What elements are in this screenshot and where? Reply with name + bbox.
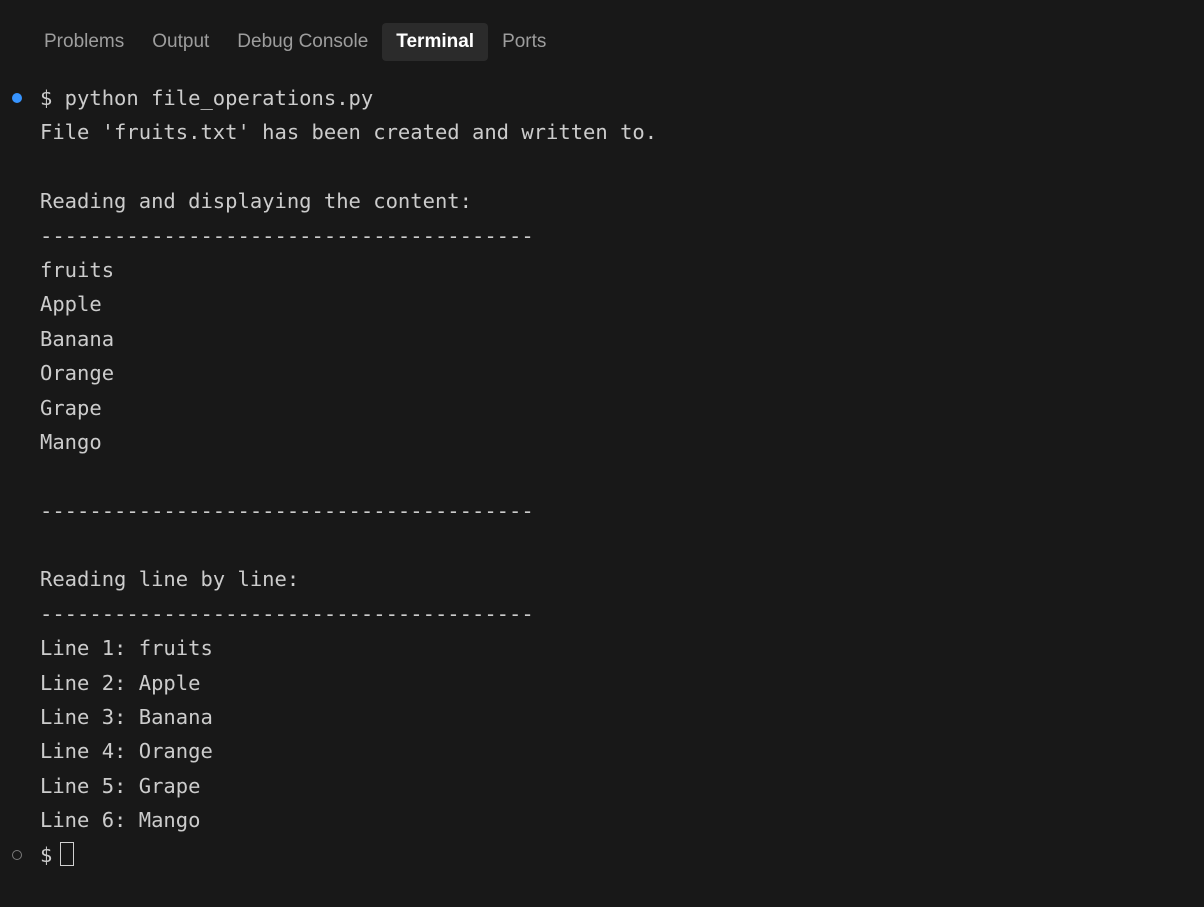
- terminal-line: Banana: [40, 326, 115, 351]
- terminal-line: Reading and displaying the content:: [40, 189, 472, 214]
- terminal-prompt-line[interactable]: $: [0, 838, 1204, 872]
- terminal-line: Apple: [40, 292, 102, 317]
- terminal-line: Reading line by line:: [40, 567, 300, 592]
- command-pending-icon: [12, 849, 22, 860]
- command-success-icon[interactable]: [12, 93, 22, 103]
- terminal-line: ----------------------------------------: [40, 223, 534, 248]
- terminal-panel: Problems Output Debug Console Terminal P…: [0, 0, 1204, 907]
- terminal-line: Line 4: Orange: [40, 739, 213, 764]
- prompt-symbol: $: [40, 842, 53, 867]
- terminal-line: File 'fruits.txt' has been created and w…: [40, 120, 658, 145]
- tab-debug-console[interactable]: Debug Console: [223, 23, 382, 61]
- terminal-line: ----------------------------------------: [40, 498, 534, 523]
- terminal-line: fruits: [40, 257, 115, 282]
- tab-problems[interactable]: Problems: [30, 23, 138, 61]
- terminal-output[interactable]: $ python file_operations.py File 'fruits…: [0, 81, 1204, 872]
- terminal-line: Line 3: Banana: [40, 705, 213, 730]
- terminal-line: $ python file_operations.py: [0, 81, 1204, 115]
- terminal-line: Mango: [40, 429, 102, 454]
- terminal-line: ----------------------------------------: [40, 601, 534, 626]
- terminal-line: Line 6: Mango: [40, 808, 201, 833]
- terminal-line: Line 2: Apple: [40, 670, 201, 695]
- tab-output[interactable]: Output: [138, 23, 223, 61]
- tab-terminal[interactable]: Terminal: [382, 23, 489, 61]
- terminal-line: Grape: [40, 395, 102, 420]
- terminal-line: Line 1: fruits: [40, 636, 213, 661]
- panel-tabs: Problems Output Debug Console Terminal P…: [30, 22, 560, 62]
- terminal-cursor: [60, 841, 75, 866]
- tab-ports[interactable]: Ports: [488, 23, 560, 61]
- terminal-line: Line 5: Grape: [40, 773, 201, 798]
- terminal-line: Orange: [40, 361, 115, 386]
